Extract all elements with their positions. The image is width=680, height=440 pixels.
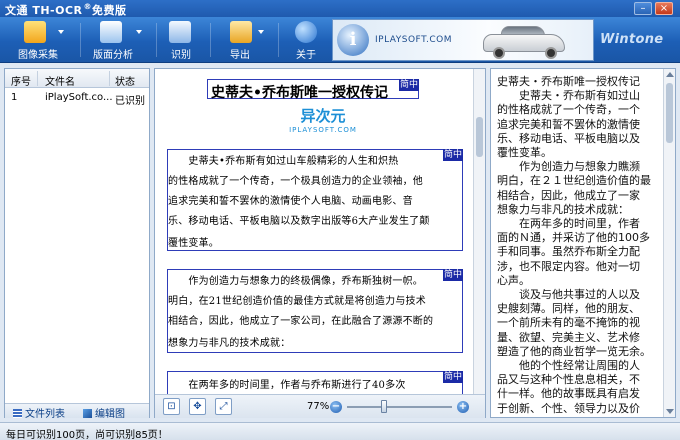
chevron-down-icon[interactable] — [258, 30, 264, 34]
tab-edit-image[interactable]: 编辑图 — [83, 405, 125, 420]
layout-analysis-label: 版面分析 — [93, 50, 133, 61]
wintone-logo: Wintone — [600, 32, 664, 47]
zoom-level: 77% — [307, 401, 330, 412]
scanned-line: 想象力与非凡的技术成就： — [168, 338, 291, 349]
info-icon: i — [337, 24, 369, 56]
scroll-down-arrow-icon[interactable] — [666, 409, 674, 414]
camera-icon — [24, 21, 46, 43]
scanned-line: 乐、移动电话、平板电脑以及数字出版等6大产业发生了颠 — [168, 216, 430, 227]
chevron-down-icon[interactable] — [136, 30, 142, 34]
file-list-header: 序号 文件名 状态 — [5, 69, 149, 88]
pan-button[interactable]: ✥ — [189, 398, 206, 415]
window-title: 文通 TH-OCR®免费版 — [5, 2, 127, 17]
column-header-status[interactable]: 状态 — [115, 73, 135, 88]
image-capture-button[interactable]: 图像采集 — [14, 19, 70, 61]
about-label: 关于 — [296, 50, 316, 61]
zoom-slider-track[interactable] — [347, 406, 452, 408]
fullscreen-button[interactable]: ⤢ — [215, 398, 232, 415]
column-divider[interactable] — [37, 71, 38, 86]
title-bar: 文通 TH-OCR®免费版 – × — [0, 0, 680, 17]
car-wheel — [493, 47, 505, 59]
column-header-index[interactable]: 序号 — [11, 73, 31, 88]
status-bar: 每日可识别100页，尚可识别85页！ — [0, 422, 680, 440]
left-pane-tabs: 文件列表 编辑图 — [5, 403, 149, 420]
zoom-out-button[interactable]: − — [330, 401, 342, 413]
recognize-magnifier-icon — [169, 21, 191, 43]
export-button[interactable]: 导出 — [224, 19, 264, 61]
info-icon — [295, 21, 317, 43]
status-text: 每日可识别100页，尚可识别85页！ — [6, 430, 168, 440]
toolbar: 图像采集 版面分析 识别 导出 关于 i IPLAYSOFT.COM Winto… — [0, 17, 680, 63]
language-tag: 简中 — [442, 149, 463, 161]
minimize-button[interactable]: – — [634, 2, 652, 15]
recognition-region-paragraph-1[interactable]: 简中 史蒂夫•乔布斯有如过山车般精彩的人生和炽热 的性格成就了一个传奇，一个极具… — [167, 149, 463, 251]
scanned-title: 史蒂夫•乔布斯唯一授权传记 — [211, 85, 388, 101]
scanned-page[interactable]: 简中 史蒂夫•乔布斯唯一授权传记 异次元 IPLAYSOFT.COM 简中 史蒂… — [155, 69, 473, 394]
row-index: 1 — [11, 92, 18, 103]
scroll-up-arrow-icon[interactable] — [666, 72, 674, 77]
fit-page-button[interactable]: ⊡ — [163, 398, 180, 415]
scanned-line: 相结合，因此，他成立了一家公司，在此融合了源源不断的 — [168, 316, 434, 327]
layout-analysis-button[interactable]: 版面分析 — [88, 19, 148, 61]
language-tag: 简中 — [442, 371, 463, 383]
result-line: 于创新、个性、领导力以及价 — [497, 401, 640, 415]
zoom-in-button[interactable]: + — [457, 401, 469, 413]
car-wheel — [545, 47, 557, 59]
ad-banner[interactable]: i IPLAYSOFT.COM — [332, 19, 594, 61]
recognize-button[interactable]: 识别 — [166, 19, 194, 61]
toolbar-separator — [210, 23, 211, 57]
recognition-region-paragraph-3[interactable]: 简中 在两年多的时间里，作者与乔布斯进行了40多次 — [167, 371, 463, 394]
scanned-line: 的性格成就了一个传奇，一个极具创造力的企业领袖，他 — [168, 176, 423, 187]
scanned-line: 覆性变革。 — [168, 238, 219, 249]
image-view-toolbar: ⊡ ✥ ⤢ 77% − + — [155, 394, 485, 418]
result-text-area[interactable]: 史蒂夫・乔布斯唯一授权传记 史蒂夫・乔布斯有如过山 的性格成就了一个传奇，一个 追求… — [491, 69, 663, 417]
result-vertical-scrollbar[interactable] — [663, 69, 675, 417]
toolbar-separator — [156, 23, 157, 57]
image-capture-label: 图像采集 — [18, 50, 58, 61]
list-icon — [13, 409, 22, 418]
column-header-filename[interactable]: 文件名 — [45, 73, 75, 88]
language-tag: 简中 — [442, 269, 463, 281]
scanned-line: 史蒂夫•乔布斯有如过山车般精彩的人生和炽热 — [168, 156, 399, 167]
tab-file-list[interactable]: 文件列表 — [13, 405, 65, 420]
export-icon — [230, 21, 252, 43]
fit-icon: ⊡ — [167, 401, 176, 412]
edit-image-icon — [83, 409, 92, 418]
chevron-down-icon[interactable] — [58, 30, 64, 34]
layout-icon — [100, 21, 122, 43]
row-status: 已识别 — [115, 96, 145, 107]
scanned-line: 作为创造力与想象力的终极偶像，乔布斯独树一帜。 — [168, 276, 423, 287]
export-label: 导出 — [230, 50, 250, 61]
zoom-slider-thumb[interactable] — [381, 400, 388, 413]
recognition-region-paragraph-2[interactable]: 简中 作为创造力与想象力的终极偶像，乔布斯独树一帜。 明白，在21世纪创造价值的… — [167, 269, 463, 353]
scanned-line: 在两年多的时间里，作者与乔布斯进行了40多次 — [168, 380, 406, 391]
toolbar-separator — [80, 23, 81, 57]
image-view-pane: 简中 史蒂夫•乔布斯唯一授权传记 异次元 IPLAYSOFT.COM 简中 史蒂… — [154, 68, 486, 418]
image-vertical-scrollbar[interactable] — [473, 69, 485, 394]
fullscreen-icon: ⤢ — [219, 401, 228, 412]
row-filename: iPlaySoft.co... — [45, 92, 113, 103]
recognize-label: 识别 — [171, 50, 191, 61]
language-tag: 简中 — [398, 79, 419, 91]
ad-text: IPLAYSOFT.COM — [375, 35, 452, 45]
close-button[interactable]: × — [655, 2, 673, 15]
scrollbar-thumb[interactable] — [666, 83, 673, 143]
move-icon: ✥ — [193, 401, 202, 412]
recognition-result-pane: 史蒂夫・乔布斯唯一授权传记 史蒂夫・乔布斯有如过山 的性格成就了一个传奇，一个 追求… — [490, 68, 676, 418]
scanned-line: 追求完美和誓不罢休的激情使个人电脑、动画电影、音 — [168, 196, 413, 207]
about-button[interactable]: 关于 — [292, 19, 320, 61]
scanned-line: 明白，在21世纪创造价值的最佳方式就是将创造力与技术 — [168, 296, 426, 307]
toolbar-separator — [278, 23, 279, 57]
file-list-pane: 序号 文件名 状态 1 iPlaySoft.co... 已识别 文件列表 编辑图 — [4, 68, 150, 420]
table-row[interactable]: 1 iPlaySoft.co... 已识别 — [5, 88, 149, 107]
scrollbar-thumb[interactable] — [476, 117, 483, 157]
column-divider[interactable] — [109, 71, 110, 86]
watermark-logo: 异次元 IPLAYSOFT.COM — [289, 107, 357, 134]
